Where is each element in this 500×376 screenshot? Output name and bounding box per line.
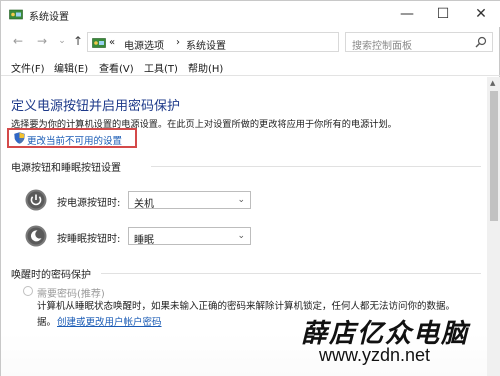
close-button[interactable]: ✕: [463, 1, 499, 27]
breadcrumb-item-power-options[interactable]: 电源选项: [124, 37, 164, 52]
search-placeholder: 搜索控制面板: [352, 41, 412, 52]
vertical-scrollbar[interactable]: ▲: [487, 77, 500, 376]
minimize-button[interactable]: —: [389, 1, 425, 27]
menu-tools[interactable]: 工具(T): [144, 60, 178, 75]
section-divider: [101, 273, 481, 274]
sleep-button-action-value: 睡眠: [134, 235, 154, 246]
menu-help[interactable]: 帮助(H): [188, 60, 223, 75]
power-buttons-section-title: 电源按钮和睡眠按钮设置: [11, 163, 121, 174]
sleep-button-action-select[interactable]: 睡眠 ⌄: [128, 227, 251, 246]
power-button-action-value: 关机: [134, 199, 154, 210]
section-divider: [151, 166, 481, 167]
page-title: 定义电源按钮并启用密码保护: [11, 99, 181, 114]
change-settings-highlight[interactable]: 更改当前不可用的设置: [7, 128, 137, 148]
navigation-bar: ← → ⌄ ↑ « 电源选项 › 系统设置 ⌄ ↻ 搜索控制面板: [1, 28, 500, 56]
arrow-right-icon: →: [36, 34, 48, 48]
up-button[interactable]: ↑: [71, 34, 85, 48]
menu-bar: 文件(F) 编辑(E) 查看(V) 工具(T) 帮助(H): [1, 56, 500, 76]
search-icon: [475, 36, 487, 48]
chevron-down-icon: ⌄: [58, 36, 66, 46]
chevron-down-icon: ⌄: [237, 231, 245, 241]
forward-button[interactable]: →: [35, 34, 49, 48]
sleep-button-label: 按睡眠按钮时:: [57, 234, 121, 245]
wake-password-section-title: 唤醒时的密码保护: [11, 270, 91, 281]
power-button-label: 按电源按钮时:: [57, 198, 121, 209]
chevron-down-icon: ⌄: [237, 195, 245, 205]
maximize-button[interactable]: ☐: [425, 1, 461, 27]
control-panel-icon: [9, 9, 23, 20]
window-title: 系统设置: [29, 12, 69, 23]
settings-window: 系统设置 — ☐ ✕ ← → ⌄ ↑ « 电源选项 › 系统设置 ⌄ ↻ 搜索控…: [0, 0, 500, 376]
back-button[interactable]: ←: [11, 34, 25, 48]
create-change-password-link[interactable]: 创建或更改用户帐户密码: [57, 314, 162, 328]
address-bar[interactable]: « 电源选项 › 系统设置 ⌄ ↻: [87, 32, 419, 52]
wake-password-description: 计算机从睡眠状态唤醒时，如果未输入正确的密码来解除计算机锁定，任何人都无法访问你…: [37, 300, 477, 314]
wake-description-tail: 据。: [37, 317, 57, 328]
sleep-button-icon: [25, 225, 47, 247]
breadcrumb-arrow-icon: ›: [176, 37, 180, 48]
change-unavailable-settings-link[interactable]: 更改当前不可用的设置: [27, 133, 122, 147]
control-panel-icon: [92, 38, 106, 48]
menu-view[interactable]: 查看(V): [99, 60, 134, 75]
arrow-left-icon: ←: [12, 34, 24, 48]
recent-locations-button[interactable]: ⌄: [55, 34, 69, 48]
shield-icon: [14, 132, 25, 144]
menu-edit[interactable]: 编辑(E): [54, 60, 88, 75]
wake-description-text: 计算机从睡眠状态唤醒时，如果未输入正确的密码来解除计算机锁定，任何人都无法访问你…: [37, 301, 456, 312]
require-password-radio[interactable]: [23, 286, 33, 296]
breadcrumb-item-system-settings[interactable]: 系统设置: [186, 37, 226, 52]
scrollbar-thumb[interactable]: [490, 91, 498, 221]
power-button-icon: [25, 189, 47, 211]
scroll-up-icon[interactable]: ▲: [490, 79, 495, 87]
watermark-url: www.yzdn.net: [319, 345, 431, 365]
require-password-label: 需要密码(推荐): [37, 289, 105, 300]
menu-file[interactable]: 文件(F): [11, 60, 45, 75]
power-button-action-select[interactable]: 关机 ⌄: [128, 191, 251, 210]
breadcrumb-overflow[interactable]: «: [109, 37, 115, 48]
search-input[interactable]: 搜索控制面板: [345, 32, 493, 52]
arrow-up-icon: ↑: [72, 34, 84, 48]
title-bar: 系统设置 — ☐ ✕: [1, 1, 500, 27]
